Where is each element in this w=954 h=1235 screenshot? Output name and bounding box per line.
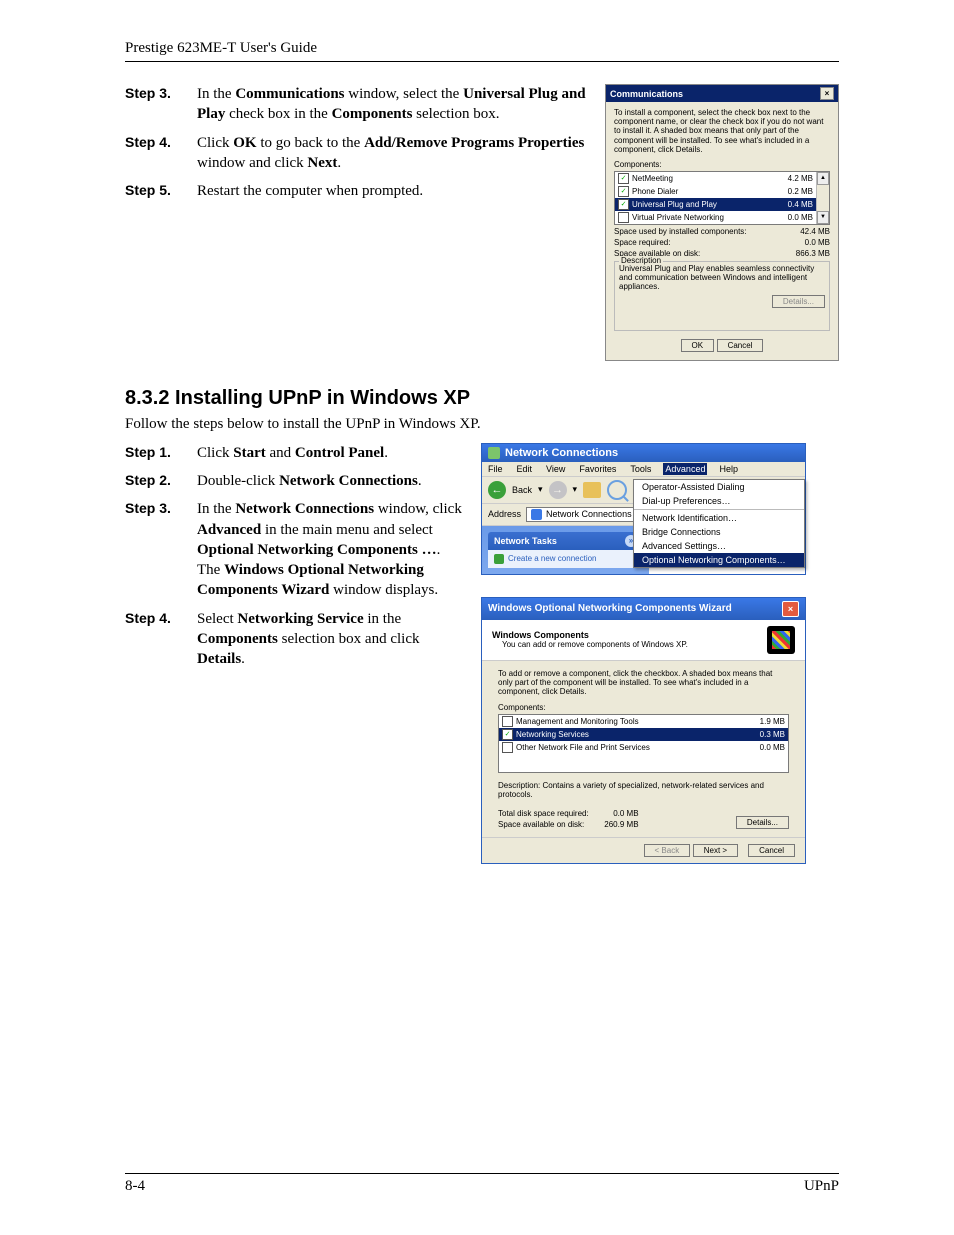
wizard-dialog: Windows Optional Networking Components W… [481,597,806,864]
list-item[interactable]: ✓ Phone Dialer 0.2 MB [615,185,816,198]
menu-item[interactable]: Operator-Assisted Dialing [634,480,804,494]
task-link[interactable]: Create a new connection [494,554,637,564]
menu-edit[interactable]: Edit [515,463,535,475]
menu-view[interactable]: View [544,463,567,475]
step-body: Click Start and Control Panel. [197,443,465,463]
window-titlebar: Network Connections [482,444,805,462]
menu-advanced[interactable]: Advanced [663,463,707,475]
checkbox-icon[interactable]: ✓ [502,729,513,740]
search-icon[interactable] [607,480,627,500]
checkbox-icon[interactable] [502,742,513,753]
description-box: Description Universal Plug and Play enab… [614,261,830,331]
components-label: Components: [614,160,830,169]
menu-help[interactable]: Help [717,463,740,475]
location-icon [531,509,542,520]
step-label: Step 2. [125,471,197,491]
back-label[interactable]: Back [512,485,532,495]
wizard-header: Windows Components You can add or remove… [482,620,805,661]
next-button[interactable]: Next > [693,844,738,857]
components-listbox[interactable]: ✓ NetMeeting 4.2 MB ✓ Phone Dialer 0.2 M… [614,171,830,225]
dialog-titlebar: Windows Optional Networking Components W… [482,598,805,620]
dialog-titlebar: Communications × [606,85,838,102]
page-number: 8-4 [125,1178,145,1195]
close-icon[interactable]: × [782,601,799,617]
menu-item[interactable]: Advanced Settings… [634,539,804,553]
step-body: Double-click Network Connections. [197,471,465,491]
section-heading: 8.3.2 Installing UPnP in Windows XP [125,387,839,410]
scroll-down-icon[interactable]: ▼ [817,211,829,224]
step-label: Step 4. [125,609,197,670]
step-label: Step 1. [125,443,197,463]
menu-item[interactable]: Bridge Connections [634,525,804,539]
step-label: Step 4. [125,133,197,174]
components-label: Components: [498,703,789,712]
step-body: In the Network Connections window, click… [197,499,465,600]
menu-file[interactable]: File [486,463,505,475]
communications-dialog: Communications × To install a component,… [605,84,839,361]
checkbox-icon[interactable] [502,716,513,727]
details-button[interactable]: Details... [736,816,789,829]
steps-section-1: Step 3. In the Communications window, se… [125,84,589,201]
menu-item[interactable]: Network Identification… [634,511,804,525]
cancel-button[interactable]: Cancel [717,339,764,352]
step-label: Step 5. [125,181,197,201]
step-label: Step 3. [125,499,197,600]
scrollbar[interactable]: ▲ ▼ [816,172,829,224]
back-icon[interactable]: ← [488,481,506,499]
dialog-title: Communications [610,89,683,99]
section-intro: Follow the steps below to install the UP… [125,416,839,433]
list-item[interactable]: Virtual Private Networking 0.0 MB [615,211,816,224]
list-item[interactable]: Other Network File and Print Services 0.… [499,741,788,754]
network-icon [488,447,500,459]
list-item[interactable]: ✓ Networking Services 0.3 MB [499,728,788,741]
list-item[interactable]: ✓ NetMeeting 4.2 MB [615,172,816,185]
task-header[interactable]: Network Tasks » [488,532,643,550]
task-panel: Network Tasks » Create a new connection [482,526,649,574]
step-body: In the Communications window, select the… [197,84,589,125]
address-label: Address [488,509,521,519]
checkbox-icon[interactable]: ✓ [618,199,629,210]
menu-item[interactable]: Optional Networking Components… [634,553,804,567]
list-item[interactable]: ✓ Universal Plug and Play 0.4 MB [615,198,816,211]
page-footer: 8-4 UPnP [125,1173,839,1195]
menu-item[interactable]: Dial-up Preferences… [634,494,804,508]
dialog-instructions: To add or remove a component, click the … [498,669,789,697]
ok-button[interactable]: OK [681,339,715,352]
details-button[interactable]: Details... [772,295,825,308]
components-listbox[interactable]: Management and Monitoring Tools 1.9 MB ✓… [498,714,789,773]
header-title: Prestige 623ME-T User's Guide [125,40,317,56]
new-connection-icon [494,554,504,564]
steps-section-2: Step 1. Click Start and Control Panel. S… [125,443,465,670]
dialog-title: Windows Optional Networking Components W… [488,603,732,614]
checkbox-icon[interactable]: ✓ [618,173,629,184]
step-body: Click OK to go back to the Add/Remove Pr… [197,133,589,174]
cancel-button[interactable]: Cancel [748,844,795,857]
window-title: Network Connections [505,447,618,459]
checkbox-icon[interactable]: ✓ [618,186,629,197]
dialog-instructions: To install a component, select the check… [614,108,830,154]
close-icon[interactable]: × [820,87,834,100]
section-name: UPnP [804,1178,839,1195]
forward-icon[interactable]: → [549,481,567,499]
step-label: Step 3. [125,84,197,125]
checkbox-icon[interactable] [618,212,629,223]
menu-tools[interactable]: Tools [628,463,653,475]
step-body: Select Networking Service in the Compone… [197,609,465,670]
windows-logo-icon [767,626,795,654]
menu-favorites[interactable]: Favorites [577,463,618,475]
scroll-up-icon[interactable]: ▲ [817,172,829,185]
list-item[interactable]: Management and Monitoring Tools 1.9 MB [499,715,788,728]
step-body: Restart the computer when prompted. [197,181,589,201]
network-connections-window: Network Connections File Edit View Favor… [481,443,806,575]
back-button[interactable]: < Back [644,844,691,857]
menubar: File Edit View Favorites Tools Advanced … [482,462,805,477]
up-folder-icon[interactable] [583,482,601,498]
advanced-dropdown: Operator-Assisted Dialing Dial-up Prefer… [633,479,805,568]
page-header: Prestige 623ME-T User's Guide [125,40,839,62]
menu-separator [634,509,804,510]
